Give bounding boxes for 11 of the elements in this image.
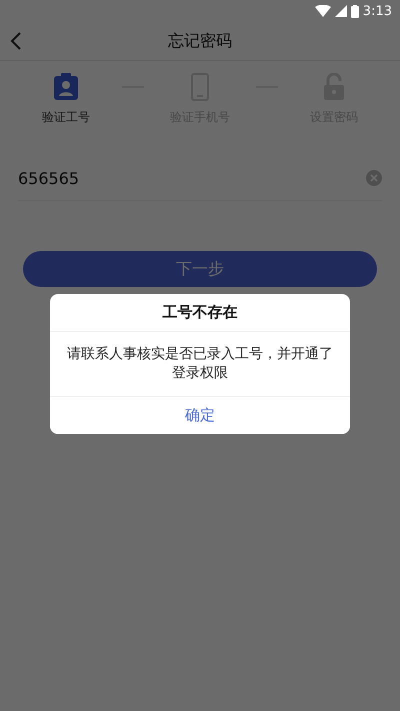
id-badge-icon xyxy=(53,73,79,101)
employee-id-field[interactable]: 656565 xyxy=(18,168,366,188)
back-icon[interactable] xyxy=(10,32,22,50)
signal-icon xyxy=(334,5,347,17)
dialog-title: 工号不存在 xyxy=(50,294,350,332)
next-button[interactable]: 下一步 xyxy=(23,251,377,287)
wifi-icon xyxy=(314,5,331,17)
page-title: 忘记密码 xyxy=(168,30,232,52)
step-label: 验证工号 xyxy=(42,109,90,126)
status-time: 3:13 xyxy=(362,4,392,18)
battery-icon xyxy=(350,4,359,18)
